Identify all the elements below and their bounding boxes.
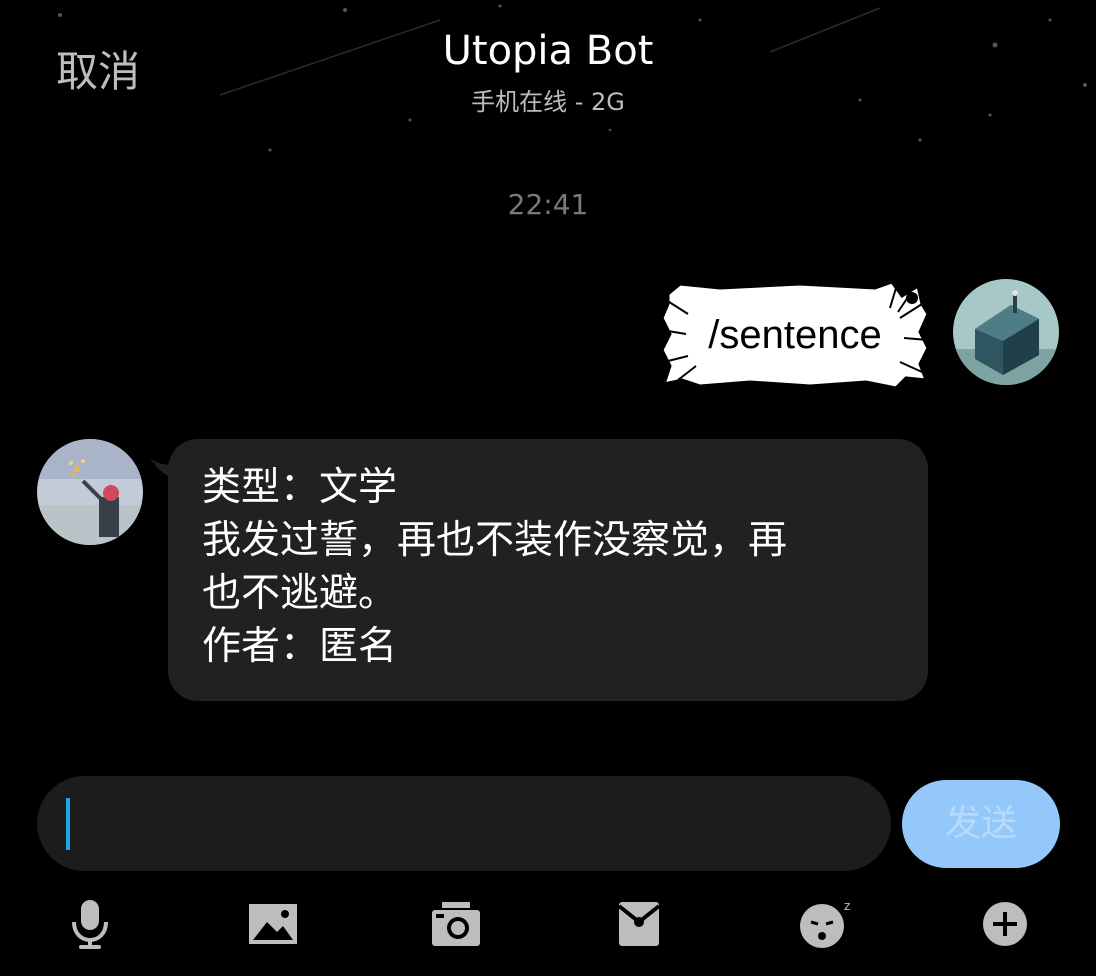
online-status: 手机在线 - 2G — [471, 88, 625, 116]
message-line: 类型：文学 — [202, 465, 398, 510]
emoji-icon[interactable]: z — [796, 898, 850, 950]
send-button[interactable]: 发送 — [902, 780, 1060, 868]
bot-avatar[interactable] — [37, 439, 143, 545]
text-caret — [66, 798, 70, 850]
user-avatar[interactable] — [953, 279, 1059, 385]
message-line: 作者：匿名 — [202, 624, 398, 669]
bot-avatar-image — [37, 439, 143, 545]
outgoing-message-text: /sentence — [708, 312, 882, 357]
message-input[interactable] — [37, 776, 891, 871]
red-packet-icon[interactable] — [613, 898, 665, 950]
svg-text:z: z — [844, 899, 850, 913]
camera-icon[interactable] — [430, 898, 482, 950]
chat-title: Utopia Bot — [442, 28, 654, 74]
message-line: 也不逃避。 — [202, 571, 398, 616]
image-icon[interactable] — [247, 898, 299, 950]
message-line: 我发过誓，再也不装作没察觉，再 — [202, 518, 788, 563]
plus-icon[interactable] — [979, 898, 1031, 950]
outgoing-message-bubble[interactable]: /sentence — [660, 280, 930, 390]
incoming-message-bubble[interactable]: 类型：文学 我发过誓，再也不装作没察觉，再 也不逃避。 作者：匿名 — [168, 439, 928, 701]
user-avatar-image — [953, 279, 1059, 385]
message-timestamp: 22:41 — [507, 188, 589, 221]
microphone-icon[interactable] — [64, 898, 116, 950]
